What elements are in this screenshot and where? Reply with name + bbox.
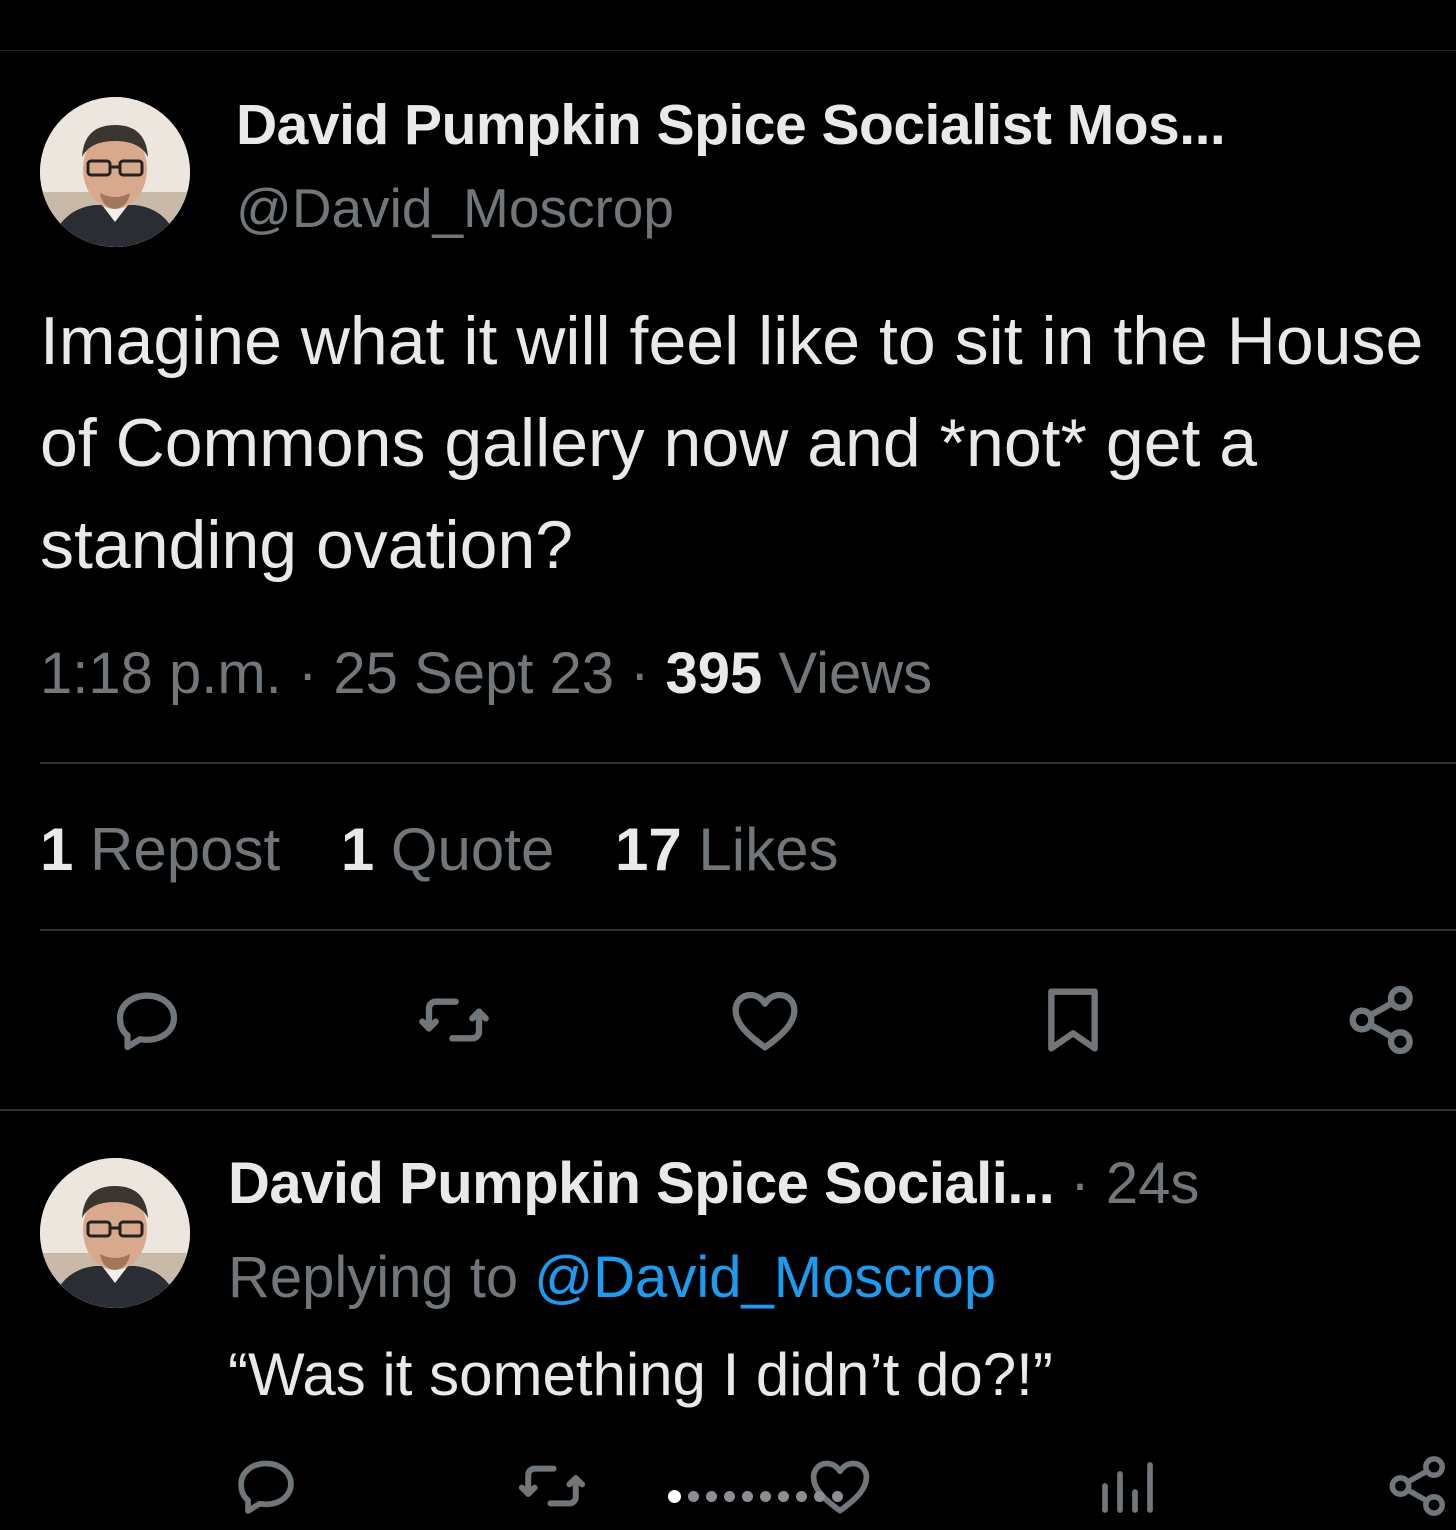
tweet-time[interactable]: 1:18 p.m. (40, 641, 282, 706)
page-dot[interactable] (742, 1491, 753, 1502)
author-handle[interactable]: @David_Moscrop (236, 176, 674, 240)
page-dot[interactable] (760, 1491, 771, 1502)
reply-like-button[interactable] (800, 1446, 880, 1526)
reply-icon (238, 1460, 294, 1514)
bookmark-button[interactable] (1033, 980, 1113, 1060)
likes-stat[interactable]: 17 Likes (615, 816, 839, 883)
share-button[interactable] (1342, 980, 1422, 1060)
page-dot-active[interactable] (668, 1490, 681, 1503)
views-count: 395 (665, 641, 763, 706)
page-dot[interactable] (778, 1491, 789, 1502)
meta-separator: · (297, 641, 318, 706)
reply-time[interactable]: 24s (1106, 1151, 1200, 1216)
page-dot[interactable] (724, 1491, 735, 1502)
page-dot[interactable] (832, 1491, 843, 1502)
tweet-text: Imagine what it will feel like to sit in… (40, 303, 1424, 583)
like-button[interactable] (725, 980, 805, 1060)
like-icon (810, 1460, 870, 1514)
divider (40, 929, 1456, 931)
tweet-stats: 1 Repost 1 Quote 17 Likes (40, 815, 883, 884)
views-label: Views (778, 641, 933, 706)
divider (40, 762, 1456, 764)
reply-share-button[interactable] (1378, 1446, 1456, 1526)
bookmark-icon (1048, 988, 1098, 1052)
reposts-stat[interactable]: 1 Repost (40, 816, 280, 883)
page-dot[interactable] (796, 1491, 807, 1502)
author-name[interactable]: David Pumpkin Spice Socialist Mos... (236, 92, 1226, 158)
top-divider (0, 50, 1456, 51)
replying-prefix: Replying to (228, 1245, 519, 1310)
reply-separator: · (1070, 1151, 1090, 1216)
page-indicator-dots[interactable] (668, 1490, 843, 1503)
author-avatar[interactable] (40, 97, 190, 247)
meta-separator: · (630, 641, 650, 706)
divider (0, 1109, 1456, 1111)
reply-author-name[interactable]: David Pumpkin Spice Sociali... (228, 1151, 1055, 1216)
reply-header: David Pumpkin Spice Sociali... · 24s (228, 1150, 1199, 1217)
reply-author-avatar[interactable] (40, 1158, 190, 1308)
tweet-date[interactable]: 25 Sept 23 (333, 641, 614, 706)
reply-button[interactable] (107, 980, 187, 1060)
views-icon (1102, 1462, 1153, 1513)
repost-button[interactable] (414, 980, 494, 1060)
like-icon (732, 991, 798, 1051)
reply-views-button[interactable] (1086, 1446, 1166, 1526)
reply-text: “Was it something I didn’t do?!” (228, 1341, 1053, 1408)
quotes-stat[interactable]: 1 Quote (341, 816, 555, 883)
replying-to: Replying to @David_Moscrop (228, 1244, 996, 1311)
reply-icon (116, 992, 178, 1051)
repost-icon (518, 1465, 586, 1507)
share-icon (1349, 985, 1413, 1055)
share-icon (1389, 1456, 1445, 1516)
reply-reply-button[interactable] (226, 1446, 306, 1526)
replying-mention-link[interactable]: @David_Moscrop (534, 1245, 996, 1310)
page-dot[interactable] (688, 1491, 699, 1502)
page-dot[interactable] (814, 1491, 825, 1502)
repost-icon (419, 998, 489, 1042)
reply-repost-button[interactable] (512, 1446, 592, 1526)
page-dot[interactable] (706, 1491, 717, 1502)
tweet-meta: 1:18 p.m. · 25 Sept 23 · 395 Views (40, 640, 932, 707)
